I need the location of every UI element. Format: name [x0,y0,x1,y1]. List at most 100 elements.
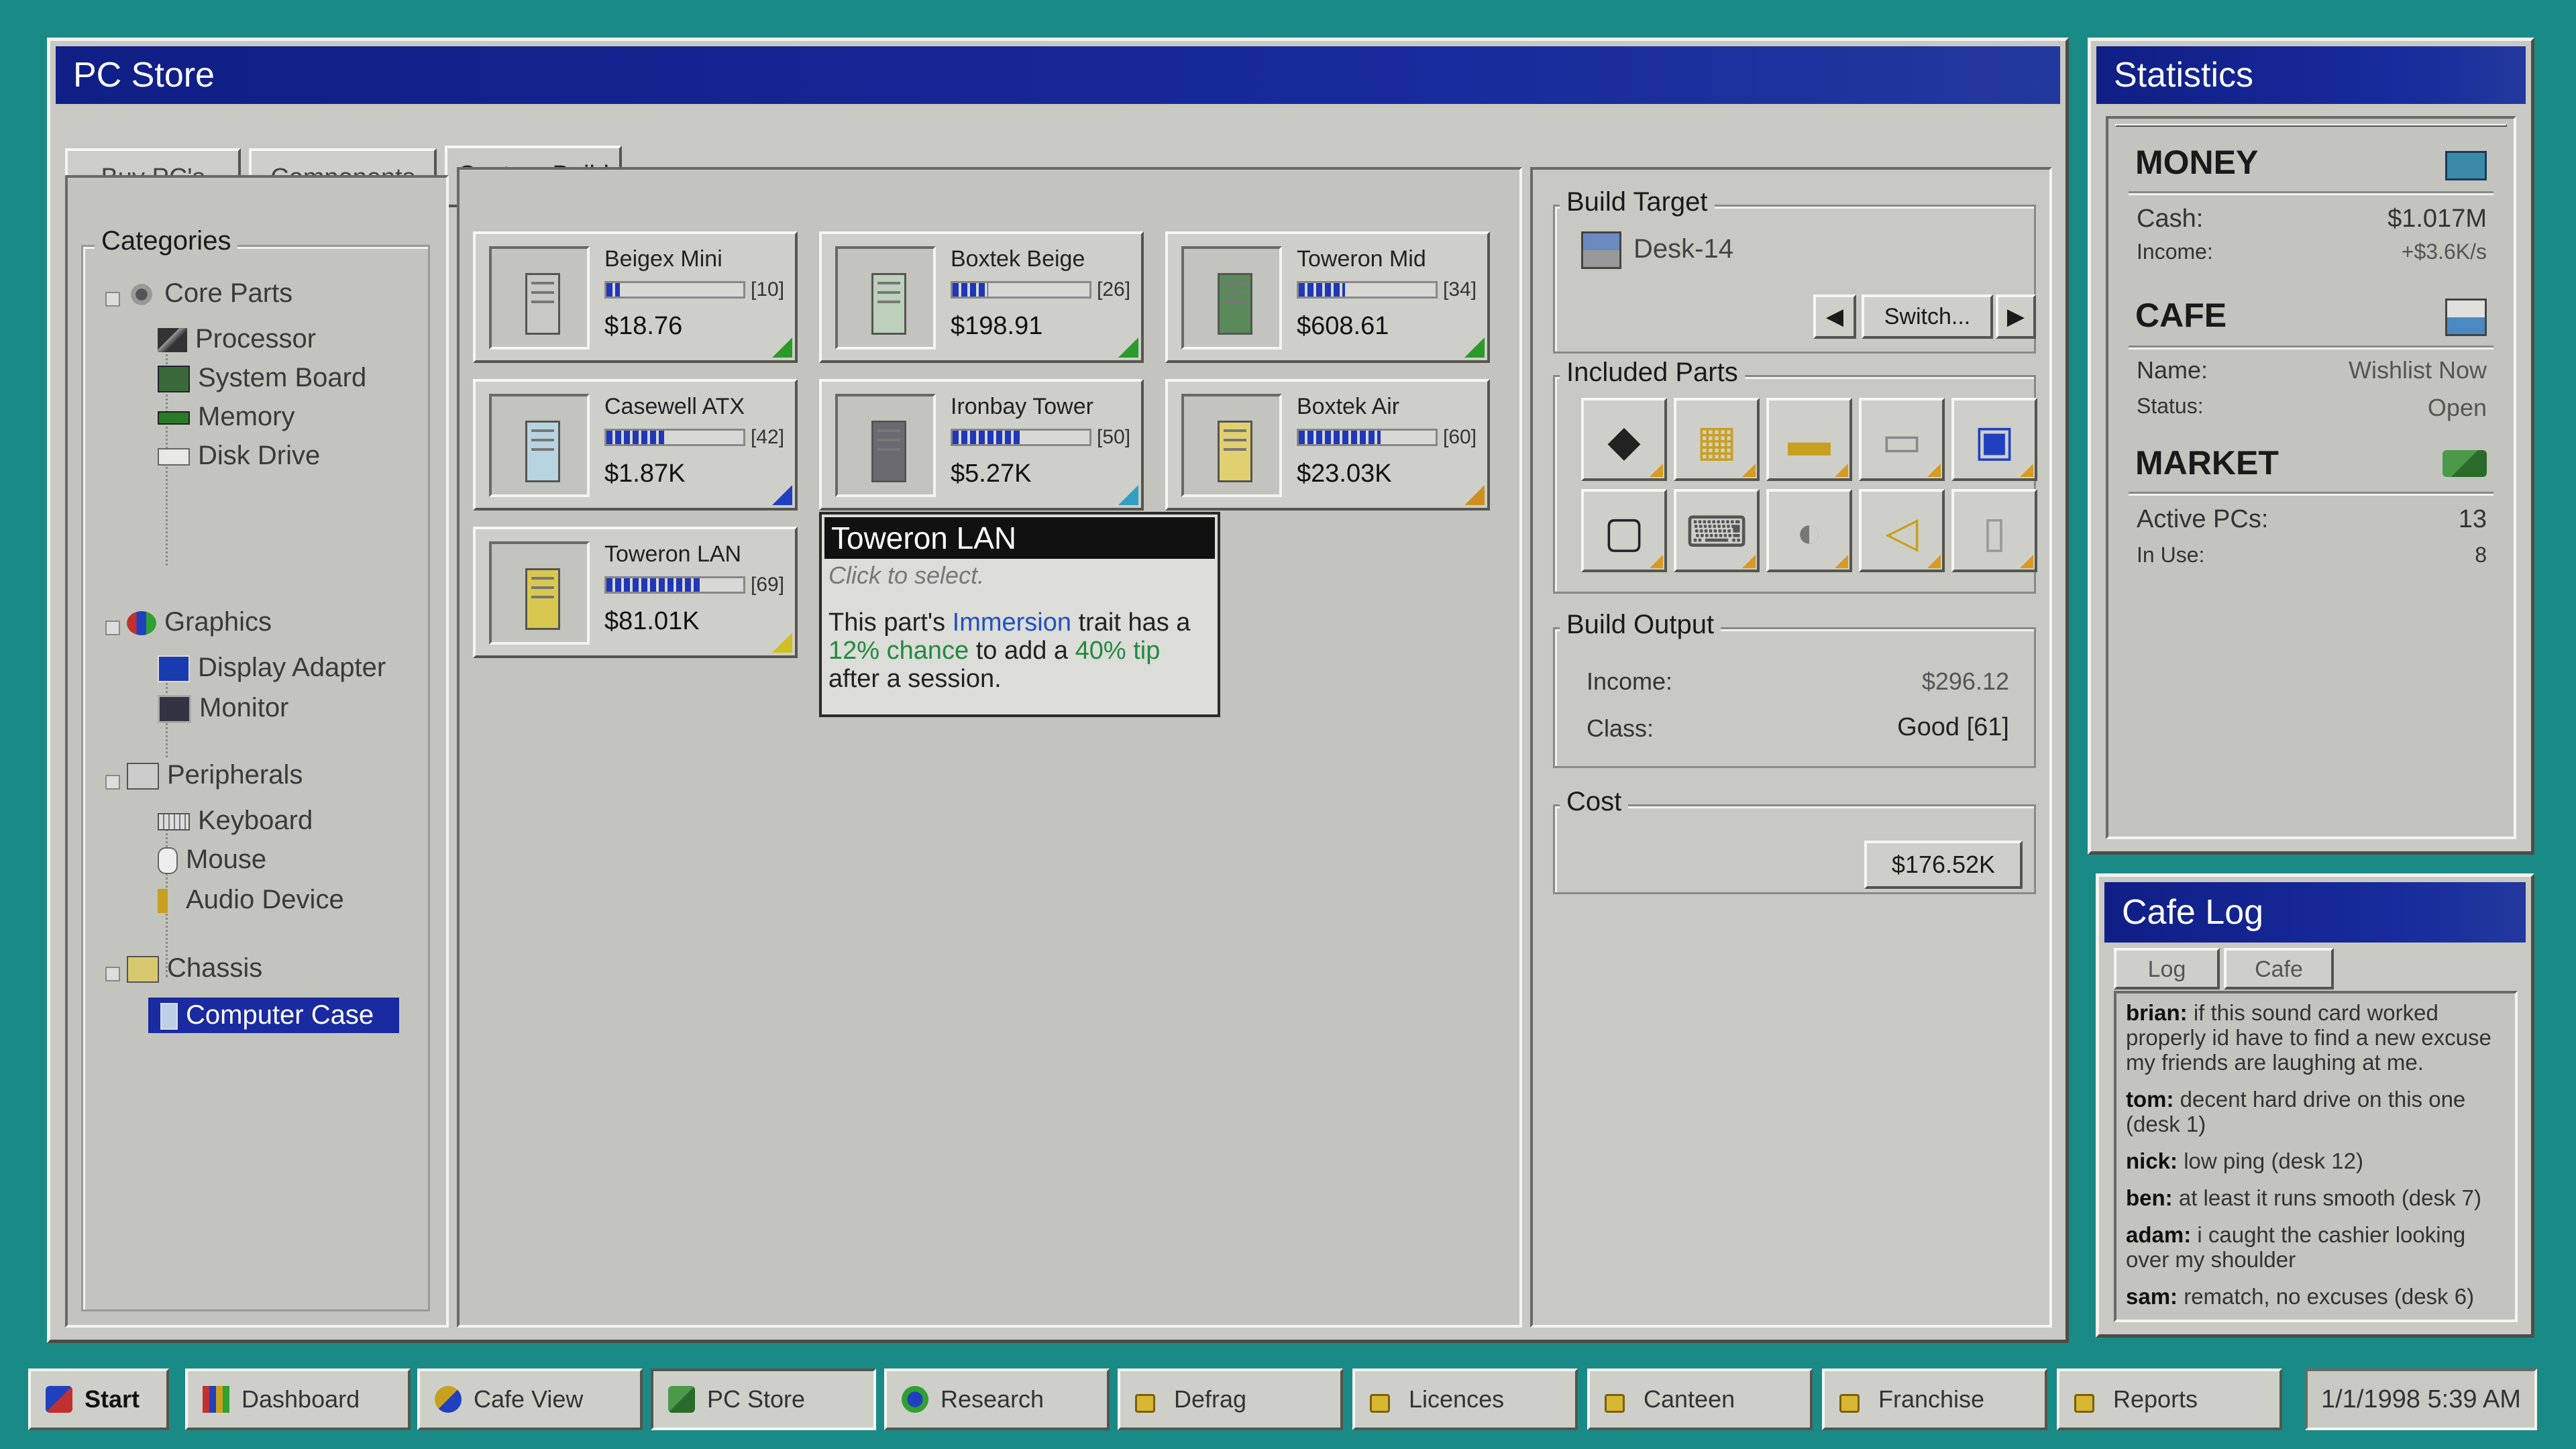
taskbar-item-licences[interactable]: Licences [1352,1368,1578,1430]
product-price: $23.03K [1297,460,1392,488]
tree-group-label: Chassis [167,953,263,983]
start-button[interactable]: Start [28,1368,169,1430]
tree-item-audio-device[interactable]: Audio Device [158,885,344,915]
market-heading: MARKET [2135,444,2279,482]
product-name: Casewell ATX [604,394,745,419]
tab-log[interactable]: Log [2114,948,2220,989]
buy-build-button[interactable]: $176.52K [1864,841,2023,889]
tree-item-memory[interactable]: Memory [158,402,294,432]
prev-desk-button[interactable]: ◀ [1813,294,1856,339]
money-header [2115,124,2507,127]
tree-group-label: Core Parts [164,278,293,308]
product-thumbnail [1181,246,1282,350]
level-bar-fill [1299,283,1346,297]
active-pcs-value: 13 [2458,505,2487,533]
product-price: $81.01K [604,607,700,635]
taskbar-item-label: Franchise [1878,1385,1985,1413]
tree-item-disk-drive[interactable]: Disk Drive [158,441,320,471]
tree-group-label: Graphics [164,607,272,637]
system-board-icon[interactable]: ▦ [1674,398,1760,481]
desk-name: Desk-14 [1633,234,1733,264]
tree-item-system-board[interactable]: System Board [158,363,366,393]
product-card[interactable]: Beigex Mini [10] $18.76 [473,231,798,363]
rarity-corner [1118,337,1138,358]
switch-button[interactable]: Switch... [1862,294,1993,339]
in-use-label: In Use: [2137,543,2205,567]
computer-case-icon [1218,421,1252,482]
product-thumbnail [835,246,936,350]
monitor-icon [158,695,191,724]
taskbar-item-franchise[interactable]: Franchise [1822,1368,2047,1430]
product-card[interactable]: Casewell ATX [42] $1.87K [473,379,798,511]
memory-icon[interactable]: ▬ [1766,398,1852,481]
processor-icon[interactable]: ◆ [1581,398,1667,481]
product-thumbnail [489,394,590,497]
audio-device-icon[interactable]: ◁ [1859,489,1945,572]
tree-item-processor[interactable]: Processor [158,324,316,354]
display-adapter-icon [158,655,190,683]
next-desk-arrow-button[interactable]: ▶ [1996,294,2036,339]
income-value: +$3.6K/s [2401,239,2487,264]
product-name: Ironbay Tower [951,394,1093,419]
tree-group-core-parts[interactable]: Core Parts [127,278,292,309]
system-board-icon [158,366,190,393]
product-name: Toweron Mid [1297,246,1426,272]
product-card[interactable]: Boxtek Beige [26] $198.91 [819,231,1144,363]
taskbar-item-cafe-view[interactable]: Cafe View [417,1368,643,1430]
part-rarity-corner [1927,464,1941,477]
tree-item-monitor[interactable]: Monitor [158,693,288,724]
taskbar-item-canteen[interactable]: Canteen [1587,1368,1813,1430]
product-thumbnail [489,246,590,350]
log-user: nick: [2126,1148,2178,1173]
tree-item-display-adapter[interactable]: Display Adapter [158,653,386,683]
taskbar-item-label: Defrag [1174,1385,1247,1413]
log-user: ben: [2126,1185,2173,1210]
disk-drive-icon[interactable]: ▭ [1859,398,1945,481]
build-output-group [1553,627,2036,768]
rarity-corner [772,337,792,358]
tooltip-text: This part's [828,608,953,637]
build-output-label: Build Output [1560,610,1721,640]
monitor-icon[interactable]: ▢ [1581,489,1667,572]
dashboard-icon [203,1386,229,1413]
computer-case-icon[interactable]: ▯ [1951,489,2037,572]
tab-cafe[interactable]: Cafe [2224,948,2334,989]
product-name: Toweron LAN [604,541,742,567]
product-card[interactable]: Boxtek Air [60] $23.03K [1165,379,1490,511]
computer-case-icon [525,568,560,630]
taskbar-item-dashboard[interactable]: Dashboard [185,1368,411,1430]
tree-item-mouse[interactable]: Mouse [158,845,266,875]
taskbar-item-research[interactable]: Research [884,1368,1110,1430]
product-thumbnail [1181,394,1282,497]
mouse-icon[interactable]: ◐ [1766,489,1852,572]
product-card[interactable]: Ironbay Tower [50] $5.27K [819,379,1144,511]
log-entry: brian: if this sound card worked properl… [2126,1000,2506,1075]
taskbar-item-defrag[interactable]: Defrag [1118,1368,1343,1430]
cash-label: Cash: [2137,205,2204,233]
tree-item-keyboard[interactable]: Keyboard [158,806,313,836]
graphics-icon [127,611,156,636]
tree-item-computer-case[interactable]: Computer Case [148,998,399,1033]
tree-group-graphics[interactable]: Graphics [127,607,272,637]
tree-group-peripherals[interactable]: Peripherals [127,760,303,790]
categories-panel: Categories Core Parts Processor System B… [65,175,449,1328]
part-rarity-corner [2020,464,2033,477]
keyboard-icon[interactable]: ⌨ [1674,489,1760,572]
product-thumbnail [835,394,936,497]
level-bar [1297,429,1438,446]
display-adapter-icon[interactable]: ▣ [1951,398,2037,481]
rarity-corner [1464,485,1485,505]
taskbar-item-label: Licences [1409,1385,1505,1413]
tree-group-chassis[interactable]: Chassis [127,953,262,983]
taskbar-item-pc-store[interactable]: PC Store [651,1368,876,1430]
computer-case-icon [525,273,560,335]
taskbar-item-reports[interactable]: Reports [2057,1368,2282,1430]
product-card[interactable]: Toweron LAN [69] $81.01K [473,527,798,658]
computer-case-icon [160,1003,178,1030]
cafe-log-panel[interactable]: brian: if this sound card worked properl… [2114,991,2518,1322]
peripherals-icon [127,763,159,790]
part-rarity-corner [1835,555,1848,568]
product-level: [60] [1443,426,1477,448]
computer-case-icon [871,273,906,335]
product-card[interactable]: Toweron Mid [34] $608.61 [1165,231,1490,363]
